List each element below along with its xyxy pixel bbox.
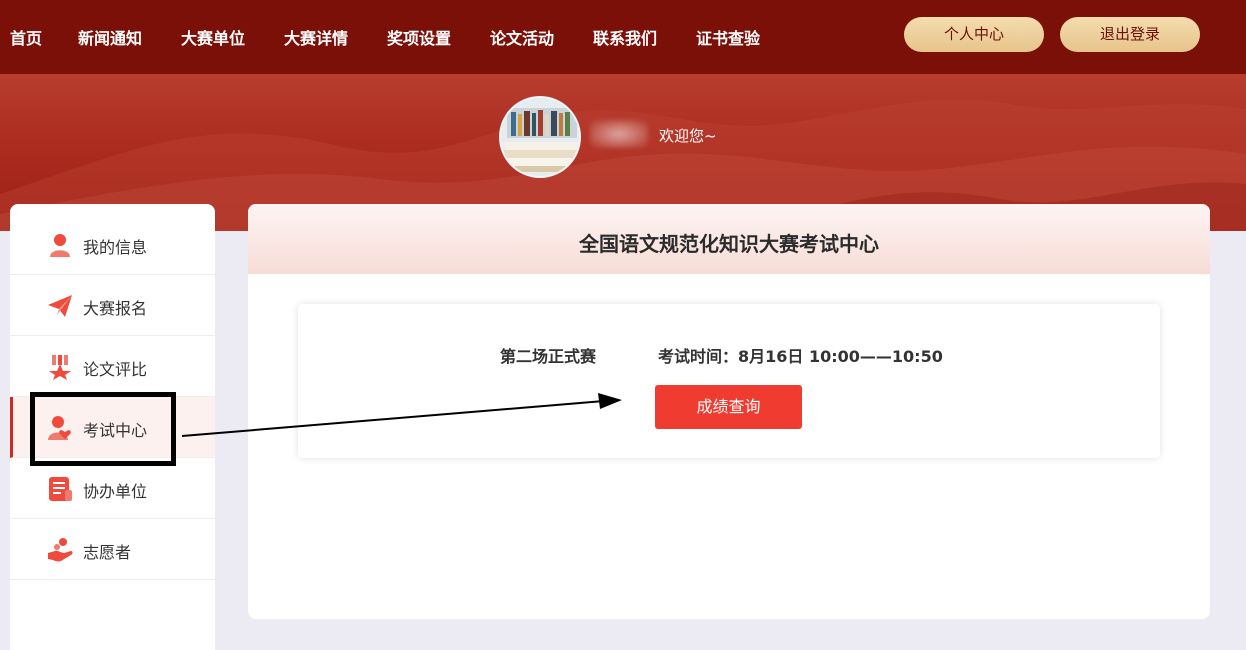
exam-name: 第二场正式赛 — [500, 347, 597, 366]
nav-organizers[interactable]: 大赛单位 — [181, 25, 245, 49]
sidebar-item-my-info[interactable]: 我的信息 — [10, 214, 215, 275]
top-navigation-bar: 首页 新闻通知 大赛单位 大赛详情 奖项设置 论文活动 联系我们 证书查验 个人… — [0, 0, 1246, 74]
exam-card: 第二场正式赛 考试时间：8月16日 10:00——10:50 成绩查询 — [298, 304, 1160, 458]
helping-hand-icon — [48, 538, 73, 562]
sidebar-item-label: 论文评比 — [83, 360, 148, 379]
sidebar-item-co-organizers[interactable]: 协办单位 — [10, 458, 215, 519]
sidebar-item-label: 我的信息 — [83, 238, 148, 257]
highlight-box — [30, 392, 176, 466]
sidebar-item-label: 协办单位 — [83, 482, 148, 501]
exam-time: 考试时间：8月16日 10:00——10:50 — [658, 347, 943, 366]
sidebar-item-registration[interactable]: 大赛报名 — [10, 275, 215, 336]
redacted-username — [590, 120, 648, 148]
nav-papers[interactable]: 论文活动 — [490, 25, 554, 49]
page-title: 全国语文规范化知识大赛考试中心 — [579, 232, 879, 256]
nav-home[interactable]: 首页 — [10, 25, 42, 49]
nav-news[interactable]: 新闻通知 — [78, 25, 142, 49]
sidebar-item-volunteers[interactable]: 志愿者 — [10, 519, 215, 580]
score-query-button[interactable]: 成绩查询 — [655, 385, 802, 429]
nav-contest-details[interactable]: 大赛详情 — [284, 25, 348, 49]
medal-icon — [49, 355, 71, 380]
nav-contact[interactable]: 联系我们 — [593, 25, 657, 49]
paper-plane-icon — [48, 295, 72, 317]
sidebar-item-label: 志愿者 — [83, 543, 132, 562]
logout-button[interactable]: 退出登录 — [1060, 17, 1200, 52]
sidebar-item-label: 大赛报名 — [83, 299, 148, 318]
nav-awards[interactable]: 奖项设置 — [387, 25, 451, 49]
exam-center-panel: 全国语文规范化知识大赛考试中心 第二场正式赛 考试时间：8月16日 10:00—… — [248, 204, 1210, 619]
document-list-icon — [49, 477, 72, 501]
user-icon — [50, 234, 70, 257]
avatar[interactable] — [499, 96, 581, 178]
panel-header: 全国语文规范化知识大赛考试中心 — [248, 204, 1210, 274]
personal-center-button[interactable]: 个人中心 — [904, 17, 1044, 52]
nav-certificate-check[interactable]: 证书查验 — [696, 25, 760, 49]
sidebar-item-paper-review[interactable]: 论文评比 — [10, 336, 215, 397]
welcome-text: 欢迎您~ — [659, 127, 717, 145]
